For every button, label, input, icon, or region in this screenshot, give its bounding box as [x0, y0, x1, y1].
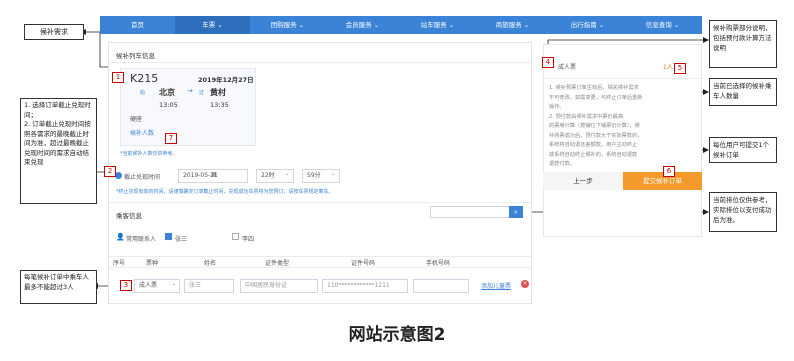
nav-tickets[interactable]: 车票 ⌄ [175, 16, 250, 34]
seat-type: 硬座 [130, 116, 143, 123]
contact2-name: 李四 [242, 236, 255, 243]
train-date: 2019年12月27日 [198, 76, 254, 84]
annotation-1: 候补需求 [24, 24, 84, 40]
divider [108, 202, 532, 203]
col-name: 姓名 [204, 260, 217, 267]
table-header [108, 256, 532, 268]
marker-4: 4 [542, 57, 554, 68]
top-nav: 首页 车票 ⌄ 团购服务 ⌄ 会员服务 ⌄ 站车服务 ⌄ 商旅服务 ⌄ 出行指南… [100, 16, 702, 34]
contact1-name: 张三 [175, 236, 188, 243]
arrival-time: 13:35 [210, 101, 229, 109]
annotation-2: 1. 选择订单截止兑现时间； 2. 订单截止兑现时间按照各需求的最晚截止时间为准… [20, 98, 97, 204]
marker-2: 2 [104, 166, 116, 177]
nav-member[interactable]: 会员服务 ⌄ [325, 16, 400, 34]
deadline-note: *终止兑现有效的时间，请谨慎确定订单截止时间，兑现成功车票将为您预订，请按车票规… [116, 189, 334, 195]
candidate-count-note: *当前候补人数仅供参考。 [120, 151, 178, 157]
col-id-no: 证件号码 [351, 260, 376, 267]
passenger-section-title: 乘客信息 [116, 212, 142, 220]
figure-caption: 网站示意图2 [348, 325, 446, 345]
id-type-select[interactable]: 中国居民身份证 [240, 279, 318, 293]
nav-info[interactable]: 信息查询 ⌄ [625, 16, 700, 34]
divider [543, 78, 702, 79]
col-id-type: 证件类型 [265, 260, 290, 267]
annotation-4: 候补购票部分说明，包括预付款计算方法说明 [709, 20, 777, 68]
annotation-3: 每笔候补订单中乘车人最多不能超过3人 [20, 270, 97, 304]
marker-6: 6 [663, 166, 675, 177]
clock-icon [115, 172, 122, 179]
nav-guide[interactable]: 出行指南 ⌄ [550, 16, 625, 34]
chevron-down-icon: ⌄ [285, 171, 290, 177]
deadline-label: 截止兑现时间 [124, 174, 161, 181]
marker-5: 5 [674, 63, 686, 74]
candidate-rules-text: 1. 候补预票订单生效后，相关候补需求 不可修改，如需变更，可终止订单后重新 操… [549, 85, 643, 167]
nav-home[interactable]: 首页 [100, 16, 175, 34]
chevron-down-icon: ⌄ [331, 171, 336, 177]
calendar-icon: ▦ [211, 171, 217, 178]
id-number-input[interactable]: 110************1211 [322, 279, 408, 293]
prev-step-button[interactable]: 上一步 [543, 172, 623, 190]
annotation-7: 当前排位仅供参考，实际排位以支付成功后为准。 [709, 192, 777, 232]
col-ticket-type: 票种 [146, 260, 159, 267]
marker-1: 1 [112, 72, 124, 83]
nav-station[interactable]: 站车服务 ⌄ [400, 16, 475, 34]
arrow-right-icon: → [187, 87, 193, 95]
user-icon: 👤 [116, 233, 125, 241]
marker-3: 3 [120, 280, 132, 291]
from-station: 北京 [159, 88, 175, 97]
marker-7: 7 [165, 133, 177, 144]
chevron-down-icon: ⌄ [172, 281, 177, 287]
candidate-section-title: 候补列车信息 [116, 52, 155, 60]
passenger-search-input[interactable] [430, 206, 510, 218]
phone-input[interactable] [413, 279, 469, 293]
annotation-6: 每位用户可提交1个候补订单 [709, 137, 777, 163]
departure-time: 13:05 [159, 101, 178, 109]
nav-business[interactable]: 商旅服务 ⌄ [475, 16, 550, 34]
start-icon: 始 [140, 90, 146, 96]
add-child-ticket-link[interactable]: 添加儿童票 [481, 281, 511, 290]
col-phone: 手机号码 [426, 260, 451, 267]
train-number: K215 [130, 72, 159, 85]
pass-icon: 过 [199, 90, 205, 96]
contact2-checkbox[interactable] [232, 233, 239, 240]
col-index: 序号 [113, 260, 126, 267]
candidate-count-label: 候补人数 [130, 130, 155, 137]
contact1-checkbox[interactable] [165, 233, 172, 240]
annotation-5: 当前已选择的候补乘车人数量 [709, 78, 777, 106]
contacts-label: 常用联系人 [126, 236, 157, 243]
remove-icon[interactable]: × [521, 280, 529, 288]
name-input[interactable]: 张三 [184, 279, 234, 293]
search-icon[interactable]: ⌕ [509, 206, 523, 218]
divider [108, 62, 532, 63]
to-station: 黄村 [210, 88, 226, 97]
adult-ticket-label: 成人票 [558, 64, 577, 71]
nav-group[interactable]: 团购服务 ⌄ [250, 16, 325, 34]
passenger-count: 1人 [663, 64, 673, 71]
